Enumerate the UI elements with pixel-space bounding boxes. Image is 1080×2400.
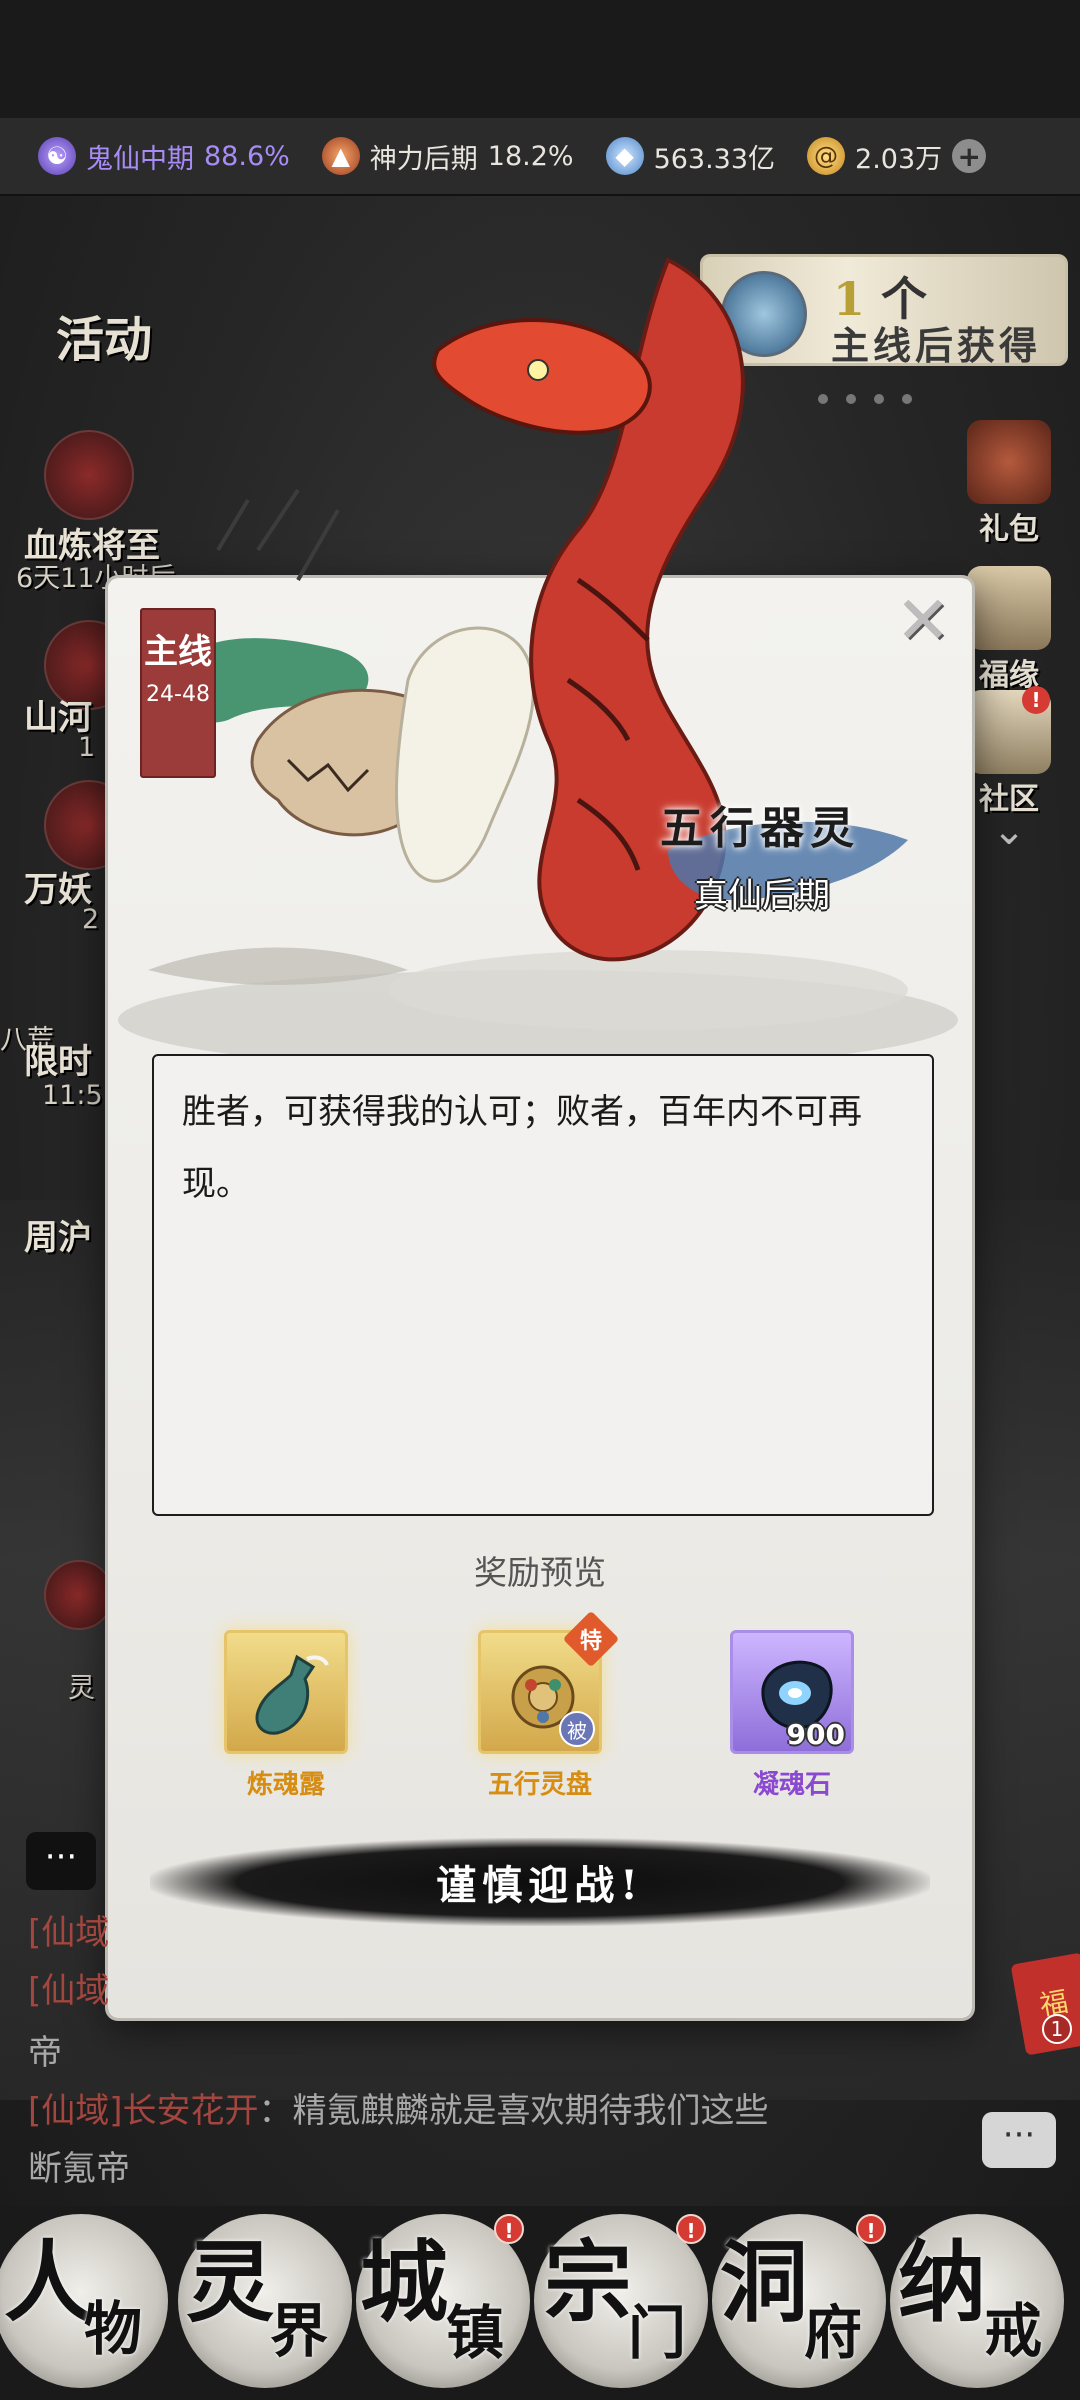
realm-value: 88.6% [204, 140, 290, 172]
main-quest-stage-tag: 主线 24-48 [140, 608, 216, 778]
boss-quote-text: 胜者，可获得我的认可；败者，百年内不可再现。 [182, 1092, 862, 1204]
boss-name: 五行器灵 [660, 803, 860, 854]
boss-realm: 真仙后期 [694, 876, 830, 916]
activity-label[interactable]: 活动 [56, 300, 152, 370]
reward-five-elements-disk-frame: 特 被 [478, 1610, 620, 1754]
coin-value: 2.03万 [855, 143, 943, 175]
challenge-button-label: 谨慎迎战! [436, 1862, 644, 1909]
spirit-drop-icon: ◆ [605, 137, 644, 175]
event-limited-timer: 11:5 [42, 1080, 103, 1111]
tag-main-label: 主线 [144, 632, 212, 672]
fortune-book-icon [967, 566, 1051, 650]
chat-line-1: [仙域 [28, 1913, 110, 1953]
event-demon-timer: 2 [82, 904, 100, 935]
spirit-stone-value: 563.33亿 [653, 143, 776, 175]
spirit-stone-counter[interactable]: ◆ 563.33亿 [605, 137, 776, 176]
chat-line-3: 帝 [28, 2033, 62, 2073]
coin-icon: @ [807, 137, 846, 175]
realm-progress[interactable]: ☯ 鬼仙中期 88.6% [38, 137, 290, 176]
boss-quote-box: 胜者，可获得我的认可；败者，百年内不可再现。 [152, 1054, 934, 1516]
community-notification-badge: ! [1022, 686, 1050, 714]
add-currency-button[interactable]: + [952, 139, 987, 173]
divine-power-label: 神力后期 [369, 143, 478, 175]
soul-stone-quantity: 900 [786, 1718, 845, 1751]
realm-label: 鬼仙中期 [86, 143, 194, 175]
reward-soul-dew-frame [224, 1630, 348, 1754]
gift-bag-icon [967, 420, 1051, 504]
close-icon[interactable]: ✕ [888, 582, 958, 659]
event-spirit-icon[interactable] [44, 1560, 114, 1630]
passive-badge: 被 [559, 1711, 595, 1747]
chat-bubble-icon[interactable]: ··· [26, 1832, 96, 1890]
open-chat-button[interactable]: ··· [982, 2112, 1056, 2168]
chat-line-2: [仙域 [28, 1971, 110, 2011]
reward-item-five-elements-disk[interactable]: 特 被 五行灵盘 [470, 1610, 620, 1801]
event-limited-name[interactable]: 限时 [24, 1034, 92, 1083]
divine-power-icon: ▲ [321, 137, 360, 175]
chat-line-4: [仙域]长安花开：精氪麒麟就是喜欢期待我们这些 [28, 2091, 769, 2131]
reward-item-soul-stone[interactable]: 900 凝魂石 [722, 1630, 862, 1801]
chat-line-5: 断氪帝 [28, 2149, 130, 2189]
quest-reward-hint: 主线后获得 [831, 323, 1042, 368]
reward-item-soul-dew[interactable]: 炼魂露 [216, 1630, 356, 1801]
top-decorative-pattern [0, 0, 1080, 118]
bottle-icon [255, 1654, 329, 1735]
nav-sect-badge: ! [676, 2214, 706, 2244]
ghost-realm-icon: ☯ [38, 137, 76, 175]
divine-power-value: 18.2% [487, 140, 574, 172]
reward-soul-stone-frame: 900 [730, 1630, 854, 1754]
reward-preview-title: 奖励预览 [474, 1553, 606, 1592]
resource-bar: ☯ 鬼仙中期 88.6% ▲ 神力后期 18.2% ◆ 563.33亿 @ 2.… [0, 118, 1080, 196]
five-elements-spirit-illustration [118, 257, 958, 1070]
event-mountain-timer: 1 [78, 732, 96, 763]
main-quest-reward-banner[interactable]: 1 个 主线后获得 [700, 254, 1068, 368]
coin-counter[interactable]: @ 2.03万 + [807, 137, 987, 176]
tag-stage-number: 24-48 [146, 682, 210, 707]
event-weekly-name[interactable]: 周沪 [24, 1210, 92, 1259]
nav-cave-badge: ! [856, 2214, 886, 2244]
red-envelope-count: 1 [1042, 2014, 1072, 2044]
divine-power-progress[interactable]: ▲ 神力后期 18.2% [321, 137, 574, 176]
nav-town-badge: ! [494, 2214, 524, 2244]
reward-soul-dew-name: 炼魂露 [246, 1770, 325, 1800]
reward-five-elements-disk-name: 五行灵盘 [487, 1770, 592, 1800]
event-spirit-name[interactable]: 灵 [68, 1666, 95, 1705]
reward-soul-stone-name: 凝魂石 [752, 1770, 831, 1800]
